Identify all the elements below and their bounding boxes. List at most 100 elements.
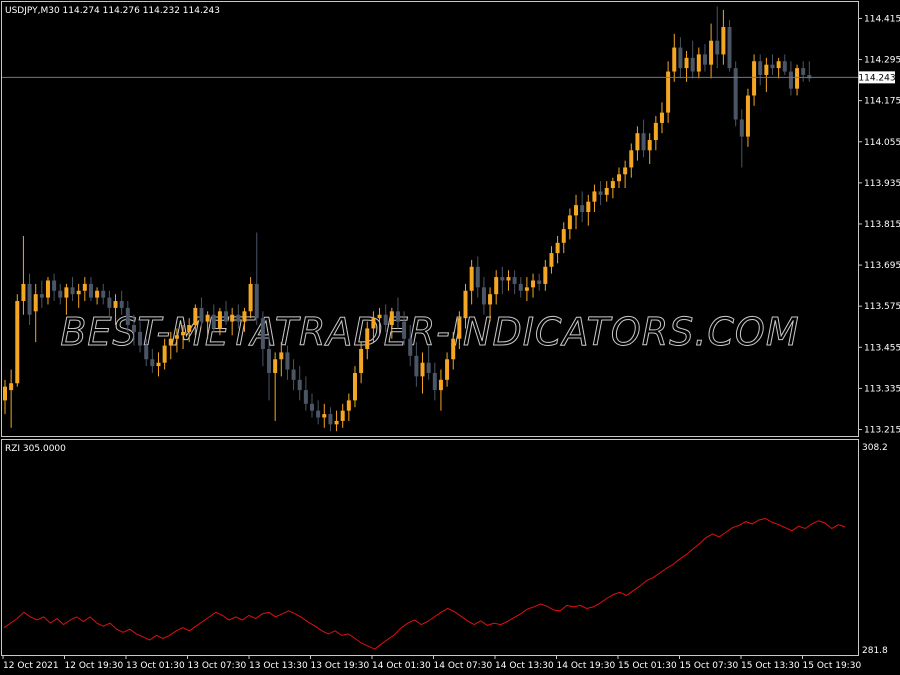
candle-body (512, 277, 517, 284)
candle-body (291, 369, 296, 380)
candle-body (119, 301, 124, 308)
candle-body (641, 133, 646, 151)
candle-body (420, 362, 425, 377)
candle-body (451, 338, 456, 360)
candle-body (144, 345, 149, 360)
candle-body (733, 68, 738, 120)
candle-body (322, 414, 327, 418)
time-tick-label: 14 Oct 13:30 (495, 661, 554, 671)
candle-body (672, 47, 677, 72)
candle-body (181, 331, 186, 336)
price-tick-label: 113.215 (864, 425, 900, 435)
price-tick-label: 114.415 (864, 14, 900, 24)
candle-body (101, 290, 106, 298)
candle-body (3, 386, 7, 401)
candle-body (457, 318, 462, 339)
candle-body (776, 61, 781, 69)
candle-body (782, 61, 787, 72)
time-tick-label: 12 Oct 19:30 (65, 661, 124, 671)
candle-body (389, 311, 394, 326)
time-tick-label: 12 Oct 2021 (3, 661, 59, 671)
candle-body (64, 287, 69, 298)
candle-body (162, 345, 167, 363)
candle-body (469, 266, 474, 291)
candle-body (328, 414, 333, 425)
candle-body (647, 140, 652, 151)
candle-body (807, 74, 812, 79)
candle-body (254, 283, 259, 319)
candle-body (567, 215, 572, 230)
candle-body (199, 307, 204, 322)
candle-body (524, 287, 529, 291)
candle-body (702, 54, 707, 65)
candle-body (383, 314, 388, 326)
price-tick-label: 114.055 (864, 138, 900, 148)
price-tick-label: 113.575 (864, 302, 900, 312)
candle-body (574, 205, 579, 216)
candle-body (95, 290, 100, 298)
candle-body (727, 27, 732, 69)
candle-body (39, 294, 44, 298)
time-tick-label: 15 Oct 13:30 (741, 661, 800, 671)
price-tick-label: 114.175 (864, 97, 900, 107)
indicator-tick-label: 308.2 (862, 443, 888, 453)
candle-body (580, 205, 585, 212)
candle-body (494, 277, 499, 295)
candle-body (586, 201, 591, 212)
price-tick-label: 113.935 (864, 179, 900, 189)
candle-body (303, 390, 308, 404)
indicator-tick-label: 281.8 (862, 646, 888, 656)
current-price-label: 114.243 (858, 73, 895, 83)
candle-body (795, 68, 800, 89)
candle-body (463, 290, 468, 319)
candle-body (242, 311, 247, 322)
candle-body (635, 133, 640, 151)
candle-body (9, 383, 14, 391)
candle-body (236, 314, 241, 322)
candle-body (33, 294, 38, 312)
candle-body (752, 61, 757, 96)
candle-body (150, 359, 155, 367)
candle-body (340, 410, 345, 421)
candle-body (248, 283, 253, 312)
candle-body (371, 318, 376, 329)
candle-body (617, 174, 621, 182)
candle-body (745, 95, 750, 137)
candle-body (739, 119, 744, 137)
candle-body (445, 359, 450, 380)
candle-body (543, 266, 548, 284)
candle-body (334, 420, 339, 425)
candle-body (696, 54, 701, 72)
candle-body (684, 57, 689, 69)
time-tick-label: 13 Oct 13:30 (249, 661, 308, 671)
candle-body (475, 266, 480, 288)
candle-body (414, 355, 419, 377)
candle-body (174, 335, 179, 339)
candle-body (187, 325, 192, 332)
candle-body (156, 362, 161, 367)
time-tick-label: 14 Oct 07:30 (434, 661, 493, 671)
candle-body (205, 314, 210, 322)
time-tick-label: 13 Oct 19:30 (311, 661, 370, 671)
candle-body (623, 167, 628, 175)
price-tick-label: 113.695 (864, 261, 900, 271)
candle-body (678, 47, 683, 69)
candle-body (52, 280, 57, 291)
candle-body (758, 61, 763, 75)
candle-body (395, 311, 400, 322)
price-tick-label: 114.295 (864, 56, 900, 66)
candle-body (653, 122, 658, 141)
candle-body (709, 40, 714, 65)
candle-body (82, 283, 87, 291)
candle-body (659, 112, 664, 123)
candle-body (211, 314, 216, 329)
candle-body (598, 191, 603, 195)
candle-body (138, 331, 143, 346)
candle-body (408, 338, 413, 356)
candle-body (230, 314, 235, 322)
candle-body (217, 311, 222, 329)
candle-body (531, 280, 536, 288)
candle-body (279, 352, 284, 360)
candle-body (764, 64, 769, 75)
candle-body (88, 283, 93, 298)
